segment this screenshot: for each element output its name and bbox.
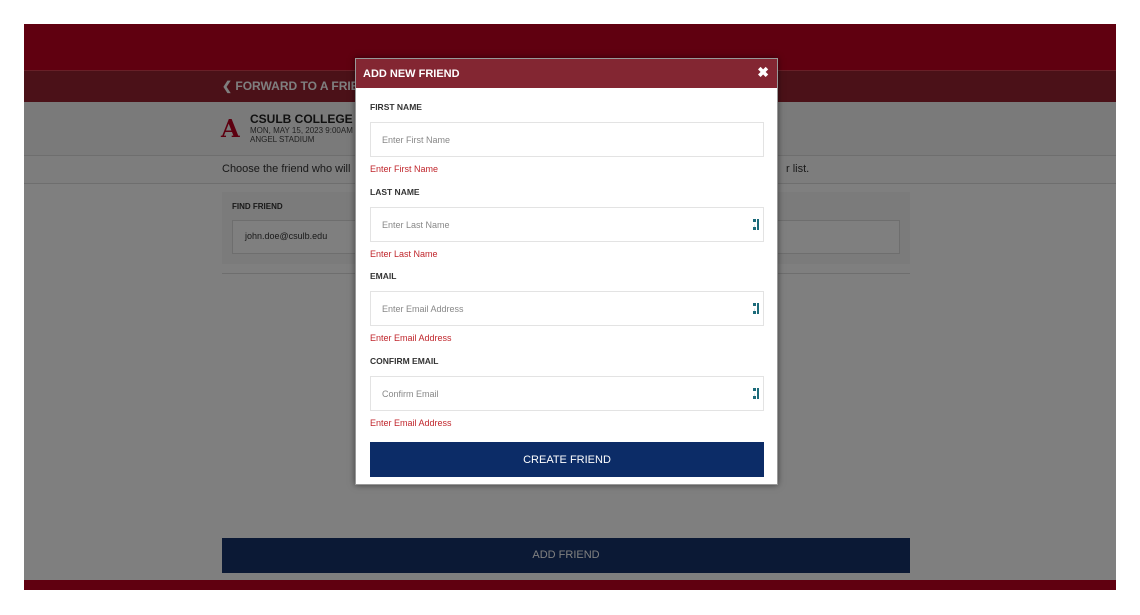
email-field: EMAIL Enter Email Address [370, 271, 764, 343]
modal-header: ADD NEW FRIEND ✖ [356, 59, 777, 88]
last-name-input[interactable] [371, 208, 763, 241]
create-friend-button[interactable]: CREATE FRIEND [370, 442, 764, 477]
close-icon[interactable]: ✖ [757, 64, 769, 81]
password-manager-icon[interactable] [753, 388, 759, 399]
confirm-email-label: CONFIRM EMAIL [370, 356, 439, 366]
last-name-field: LAST NAME Enter Last Name [370, 187, 764, 259]
password-manager-icon[interactable] [753, 303, 759, 314]
password-manager-icon[interactable] [753, 219, 759, 230]
modal-title: ADD NEW FRIEND [363, 68, 460, 80]
last-name-label: LAST NAME [370, 187, 420, 197]
email-error: Enter Email Address [370, 333, 452, 343]
first-name-error: Enter First Name [370, 164, 439, 174]
email-label: EMAIL [370, 271, 397, 281]
first-name-label: FIRST NAME [370, 102, 422, 112]
first-name-field: FIRST NAME Enter First Name [370, 102, 764, 174]
add-friend-modal: ADD NEW FRIEND ✖ FIRST NAME Enter First … [355, 58, 778, 485]
last-name-error: Enter Last Name [370, 249, 438, 259]
confirm-email-field: CONFIRM EMAIL Enter Email Address [370, 356, 764, 428]
confirm-email-error: Enter Email Address [370, 418, 452, 428]
confirm-email-input[interactable] [371, 377, 763, 410]
email-input[interactable] [371, 292, 763, 325]
first-name-input[interactable] [371, 123, 763, 156]
